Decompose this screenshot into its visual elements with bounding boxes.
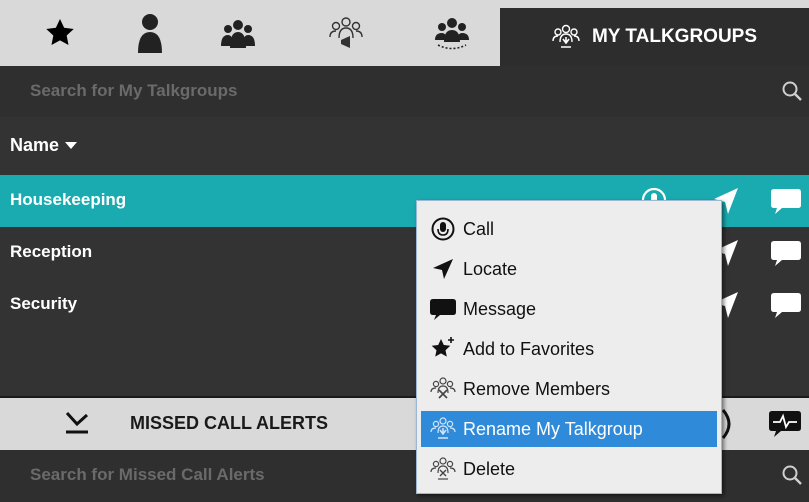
message-icon [771,241,801,266]
message-icon [425,291,461,327]
menu-item-delete[interactable]: Delete [421,451,717,487]
message-icon [771,293,801,318]
sort-by-name-button[interactable]: Name [10,135,78,156]
menu-item-label: Locate [463,258,518,279]
list-header: Name [0,117,809,175]
menu-item-call[interactable]: Call [421,211,717,247]
rename-icon [425,411,461,447]
tab-groups[interactable] [214,0,262,66]
delete-icon [425,451,461,487]
search-icon [782,81,802,101]
star-icon [46,19,74,45]
alert-circle-icon [721,409,731,439]
talkgroup-name: Security [10,294,78,313]
talkgroups-window: MY TALKGROUPS Name Housekeeping Receptio… [0,0,809,502]
name-column-label: Name [10,135,60,155]
broadcast-group-icon [329,17,363,48]
search-icon [782,465,802,485]
tab-dynamic-groups[interactable] [428,0,476,66]
talkgroup-name: Reception [10,242,93,261]
missed-alert-badge[interactable] [721,408,741,445]
my-talkgroups-icon [552,24,580,48]
group-icon [221,20,255,48]
row-message-button[interactable] [770,186,802,221]
menu-item-label: Remove Members [463,378,611,399]
locate-icon [425,251,461,287]
menu-item-message[interactable]: Message [421,291,717,327]
dynamic-group-icon [435,18,469,50]
tab-favorites[interactable] [38,0,82,66]
tab-bar: MY TALKGROUPS [0,0,809,66]
missed-call-alerts-title: MISSED CALL ALERTS [130,413,329,433]
heartbeat-button[interactable] [767,408,803,445]
call-icon [425,211,461,247]
sort-down-icon [65,141,78,149]
menu-item-locate[interactable]: Locate [421,251,717,287]
heartbeat-message-icon [769,411,801,437]
talkgroup-name: Housekeeping [10,190,127,209]
talkgroup-search-bar [0,66,809,117]
tab-contacts[interactable] [128,0,172,66]
row-message-button[interactable] [770,238,802,273]
tab-my-talkgroups-label: MY TALKGROUPS [591,26,758,47]
remove-members-icon [425,371,461,407]
missed-search-button[interactable] [781,464,803,486]
talkgroup-context-menu: Call Locate Message Add to Favorites Rem… [416,200,722,494]
tab-broadcast-groups[interactable] [322,0,370,66]
menu-item-label: Message [463,298,537,319]
message-icon [771,189,801,214]
menu-item-add-to-favorites[interactable]: Add to Favorites [421,331,717,367]
menu-item-label: Delete [463,458,516,479]
missed-call-icon [64,410,90,441]
talkgroup-search-input[interactable] [30,76,750,106]
menu-item-remove-members[interactable]: Remove Members [421,371,717,407]
tab-my-talkgroups[interactable]: MY TALKGROUPS [500,8,809,66]
row-message-button[interactable] [770,290,802,325]
menu-item-rename-my-talkgroup[interactable]: Rename My Talkgroup [421,411,717,447]
menu-item-label: Call [463,218,495,239]
person-icon [138,14,162,53]
search-button[interactable] [781,80,803,102]
add-favorite-icon [425,331,461,367]
menu-item-label: Add to Favorites [463,338,595,359]
missed-call-actions [709,398,809,450]
menu-item-label: Rename My Talkgroup [463,418,643,439]
